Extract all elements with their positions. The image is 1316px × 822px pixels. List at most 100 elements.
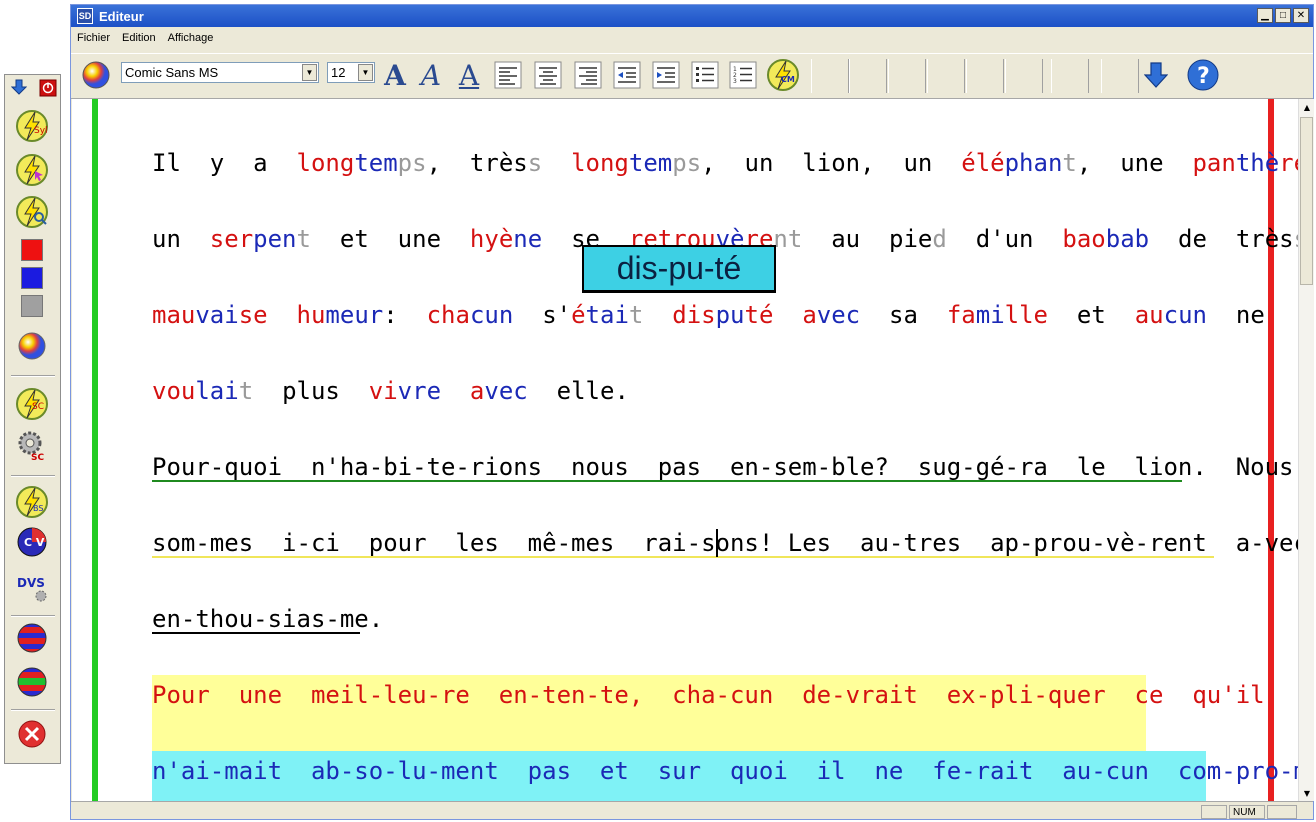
tool-palette: Syl SC SC BS C V DVS	[4, 74, 61, 764]
scroll-thumb[interactable]	[1300, 117, 1313, 285]
stripes-red-blue-button[interactable]	[15, 621, 49, 655]
chevron-down-icon[interactable]: ▼	[358, 64, 373, 81]
status-cell-empty-2	[1267, 805, 1297, 819]
lightning-sc-icon: SC	[16, 388, 48, 420]
menu-affichage[interactable]: Affichage	[162, 32, 220, 44]
bullet-list-icon	[691, 61, 719, 89]
text-segment: pu	[715, 301, 745, 329]
vertical-scrollbar[interactable]: ▲ ▼	[1298, 99, 1314, 801]
text-segment: bao	[1062, 225, 1106, 253]
text-segment: long	[542, 149, 629, 177]
text-segment: a	[253, 149, 297, 177]
empty-tool-slot-7[interactable]	[1051, 59, 1089, 93]
text-segment: ne	[1206, 301, 1265, 329]
title-bar[interactable]: SD Editeur ▁ □ ✕	[71, 5, 1313, 27]
scroll-up-icon[interactable]: ▲	[1299, 99, 1315, 115]
striped-ball-green-icon	[17, 667, 47, 697]
text-segment: a	[773, 301, 817, 329]
download-button[interactable]	[1139, 58, 1173, 92]
svg-text:3: 3	[733, 78, 737, 85]
color-wheel-button[interactable]	[15, 329, 49, 363]
text-segment: sa	[860, 301, 947, 329]
help-icon: ?	[1187, 59, 1219, 91]
text-segment: long	[296, 149, 355, 177]
chevron-down-icon[interactable]: ▼	[302, 64, 317, 81]
document-area[interactable]: Il y a longtemps, trèss longtemps, un li…	[72, 99, 1298, 801]
text-segment: hu	[267, 301, 326, 329]
dvs-button[interactable]: DVS	[15, 571, 49, 605]
text-segment: phan	[1004, 149, 1063, 177]
text-segment: d'un	[946, 225, 1063, 253]
bold-button[interactable]: A	[378, 58, 412, 92]
numbered-list-icon: 123	[729, 61, 757, 89]
empty-tool-slot-2[interactable]	[849, 59, 887, 93]
svg-text:SC: SC	[31, 453, 44, 463]
text-segment: vou	[152, 377, 196, 405]
text-segment: bab	[1105, 225, 1150, 253]
color-palette-button[interactable]	[79, 58, 113, 92]
text-segment: vai	[195, 301, 239, 329]
gear-sc-icon: SC	[18, 431, 44, 463]
text-segment: Pour-quoi n'ha-bi-te-rions nous pas en-s…	[152, 453, 1294, 481]
italic-button[interactable]: A	[414, 58, 448, 92]
scroll-down-icon[interactable]: ▼	[1299, 785, 1315, 801]
gray-color-button[interactable]	[15, 289, 49, 323]
empty-tool-slot-6[interactable]	[1005, 59, 1043, 93]
font-name-select[interactable]: Comic Sans MS ▼	[121, 62, 319, 83]
text-segment: d	[932, 225, 947, 253]
empty-tool-slot-1[interactable]	[811, 59, 849, 93]
svg-text:C V: C V	[24, 536, 45, 549]
text-segment: thè	[1235, 149, 1280, 177]
menu-edition[interactable]: Edition	[116, 32, 162, 44]
text-segment: au	[1134, 301, 1164, 329]
close-window-button[interactable]: ✕	[1293, 8, 1309, 23]
text-segment: Il	[152, 149, 181, 177]
text-segment: lai	[195, 377, 239, 405]
stripes-multicolor-button[interactable]	[15, 665, 49, 699]
syllable-color-button[interactable]: Syl	[15, 109, 49, 143]
palette-header	[7, 77, 58, 97]
numbered-list-button[interactable]: 123	[726, 58, 760, 92]
align-right-button[interactable]	[571, 58, 605, 92]
search-tool-button[interactable]	[15, 195, 49, 229]
empty-tool-slot-5[interactable]	[966, 59, 1004, 93]
bs-lightning-button[interactable]: BS	[15, 485, 49, 519]
lightning-bs-icon: BS	[16, 486, 48, 518]
indent-button[interactable]	[649, 58, 683, 92]
cm-button[interactable]: CM	[766, 58, 800, 92]
menu-fichier[interactable]: Fichier	[71, 32, 116, 44]
text-segment: t	[238, 377, 254, 405]
power-icon[interactable]	[39, 79, 57, 97]
align-center-button[interactable]	[531, 58, 565, 92]
font-size-select[interactable]: 12 ▼	[327, 62, 375, 83]
align-left-button[interactable]	[491, 58, 525, 92]
bullet-list-button[interactable]	[688, 58, 722, 92]
cursor-tool-button[interactable]	[15, 153, 49, 187]
text-segment: dis	[643, 301, 716, 329]
left-margin-bar	[92, 99, 98, 801]
text-segment: ps	[672, 149, 702, 177]
text-segment: t	[296, 225, 311, 253]
maximize-button[interactable]: □	[1275, 8, 1291, 23]
text-segment: re	[1279, 149, 1298, 177]
empty-tool-slot-4[interactable]	[927, 59, 965, 93]
down-arrow-icon[interactable]	[11, 79, 27, 95]
empty-tool-slot-3[interactable]	[888, 59, 926, 93]
lightning-syl-icon: Syl	[16, 110, 48, 142]
text-segment: tai	[585, 301, 629, 329]
color-wheel-icon	[18, 332, 46, 360]
close-palette-button[interactable]	[15, 717, 49, 751]
lightning-magnifier-icon	[16, 196, 48, 228]
text-segment: pen	[253, 225, 297, 253]
sc-lightning-button[interactable]: SC	[15, 387, 49, 421]
consonant-vowel-button[interactable]: C V	[15, 525, 49, 559]
align-left-icon	[494, 61, 522, 89]
text-segment: mau	[152, 301, 196, 329]
empty-tool-slot-8[interactable]	[1101, 59, 1139, 93]
minimize-button[interactable]: ▁	[1257, 8, 1273, 23]
outdent-button[interactable]	[610, 58, 644, 92]
sc-settings-button[interactable]: SC	[15, 429, 49, 463]
bold-icon: A	[384, 58, 406, 92]
help-button[interactable]: ?	[1186, 58, 1220, 92]
underline-button[interactable]: A	[452, 58, 486, 92]
